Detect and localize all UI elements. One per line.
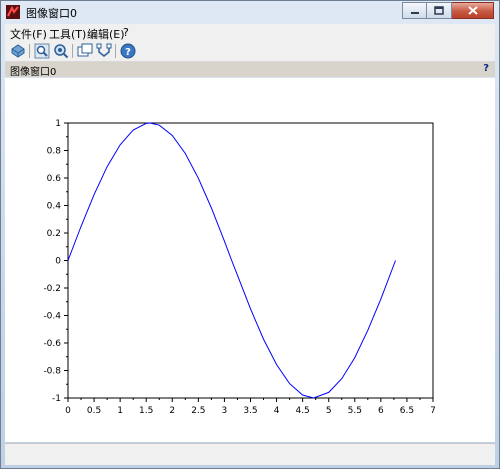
x-tick-label: 3.5 (243, 406, 257, 416)
x-tick-label: 2 (169, 406, 175, 416)
x-tick-label: 0 (65, 406, 71, 416)
y-tick-label: 1 (55, 119, 61, 129)
minimize-icon (410, 11, 419, 14)
y-tick-label: -1 (52, 394, 61, 404)
x-tick-label: 5 (326, 406, 332, 416)
line-chart: 0 0.5 1 1.5 2 2.5 3 3.5 4 4.5 5 5.5 6 6.5 7 1 0.8 0.6 0.4 0… (43, 119, 436, 416)
menu-bar: 文件(F) 工具(T) 编辑(E) ? (5, 24, 495, 41)
datatip-icon[interactable] (77, 43, 93, 59)
toolbar: ? (5, 41, 495, 62)
app-icon (6, 5, 20, 19)
menu-tools[interactable]: 工具(T) (49, 26, 86, 42)
window-title: 图像窗口0 (26, 7, 77, 20)
datatip-edit-icon[interactable] (96, 43, 112, 59)
menu-file[interactable]: 文件(F) (10, 26, 47, 42)
x-tick-label: 3 (222, 406, 228, 416)
y-tick-label: 0.4 (47, 202, 62, 212)
x-tick-label: 4.5 (295, 406, 309, 416)
x-tick-label: 4 (274, 406, 280, 416)
x-tick-label: 2.5 (191, 406, 205, 416)
y-tick-label: 0.6 (47, 174, 62, 184)
toolbar-separator (72, 44, 73, 58)
status-bar (5, 443, 495, 465)
figure-window: 图像窗口0 文件(F) 工具(T) 编辑(E) ? ? 图像窗口0 ? 0 0.… (0, 0, 500, 469)
zoom-icon[interactable] (34, 43, 50, 59)
x-tick-label: 5.5 (348, 406, 362, 416)
y-tick-label: -0.8 (43, 367, 61, 377)
x-tick-label: 6.5 (400, 406, 414, 416)
title-bar: 图像窗口0 (1, 1, 499, 23)
sine-curve (67, 122, 396, 399)
y-tick-label: -0.2 (43, 284, 61, 294)
menu-help[interactable]: ? (123, 26, 129, 39)
close-icon (467, 6, 478, 15)
panel-header: 图像窗口0 ? (5, 62, 495, 78)
x-tick-label: 1 (117, 406, 123, 416)
y-tick-label: 0.8 (47, 147, 62, 157)
plot-canvas[interactable]: 0 0.5 1 1.5 2 2.5 3 3.5 4 4.5 5 5.5 6 6.5 7 1 0.8 0.6 0.4 0… (5, 78, 495, 442)
y-tick-label: -0.4 (43, 312, 61, 322)
help-icon[interactable]: ? (120, 43, 136, 59)
menu-edit[interactable]: 编辑(E) (87, 26, 125, 42)
maximize-button[interactable] (427, 2, 452, 19)
close-button[interactable] (452, 2, 494, 19)
y-tick-label: 0 (55, 257, 61, 267)
toolbar-separator (115, 44, 116, 58)
panel-title: 图像窗口0 (10, 67, 57, 78)
x-tick-label: 7 (430, 406, 436, 416)
x-tick-label: 1.5 (139, 406, 153, 416)
minimize-button[interactable] (402, 2, 427, 19)
zoom-area-icon[interactable] (53, 43, 69, 59)
maximize-icon (434, 6, 444, 15)
panel-help-button[interactable]: ? (483, 63, 489, 74)
svg-text:?: ? (125, 47, 131, 58)
rotate-icon[interactable] (10, 43, 26, 59)
x-tick-label: 6 (378, 406, 384, 416)
toolbar-separator (29, 44, 30, 58)
y-tick-label: -0.6 (43, 339, 61, 349)
x-tick-label: 0.5 (87, 406, 101, 416)
plot-frame (67, 122, 434, 399)
y-tick-label: 0.2 (47, 229, 61, 239)
